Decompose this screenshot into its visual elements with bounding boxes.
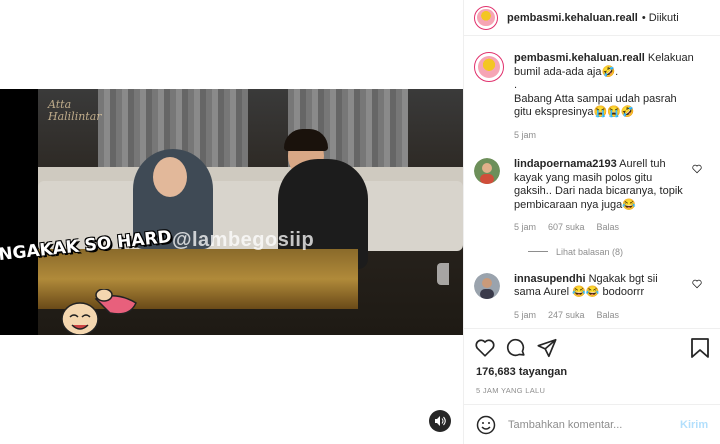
author-username[interactable]: pembasmi.kehaluan.reall (507, 12, 638, 24)
comment-text-line: lindapoernama2193 Aurell tuh kayak yang … (514, 158, 684, 212)
media-area: Atta Halilintar @lambegosiip NGAKAK SO H… (0, 0, 463, 444)
next-arrow-button[interactable] (437, 263, 449, 285)
person-left-face (153, 157, 187, 197)
comment-icon[interactable] (505, 337, 527, 359)
view-count[interactable]: 176,683 tayangan (464, 366, 720, 380)
video-player[interactable]: Atta Halilintar @lambegosiip NGAKAK SO H… (0, 89, 463, 335)
post-viewer: Atta Halilintar @lambegosiip NGAKAK SO H… (0, 0, 720, 444)
caption-body: pembasmi.kehaluan.reall Kelakuan bumil a… (514, 52, 694, 142)
like-comment-heart-icon[interactable] (692, 164, 702, 174)
cartoon-sticker-icon (61, 289, 137, 335)
avatar-image (477, 8, 495, 27)
caption-time: 5 jam (514, 129, 537, 140)
view-replies-label: Lihat balasan (8) (556, 246, 624, 257)
reply-button[interactable]: Balas (597, 221, 620, 235)
comment-meta: 5 jam 247 suka Balas (514, 309, 684, 323)
caption-meta: 5 jam (514, 129, 694, 143)
comment-item: innasupendhi Ngakak bgt sii sama Aurel 😂… (474, 272, 710, 323)
view-replies-button[interactable]: Lihat balasan (8) (528, 247, 710, 257)
comment-time: 5 jam (514, 309, 537, 320)
comment-username[interactable]: innasupendhi (514, 273, 586, 285)
comment-meta: 5 jam 607 suka Balas (514, 221, 684, 235)
post-panel: pembasmi.kehaluan.reall • Diikuti pembas… (463, 0, 720, 444)
caption-username[interactable]: pembasmi.kehaluan.reall (514, 52, 645, 64)
replies-line (528, 251, 548, 252)
emoji-icon[interactable] (476, 415, 496, 435)
author-avatar[interactable] (474, 5, 498, 30)
volume-button[interactable] (429, 410, 451, 432)
comments-list: pembasmi.kehaluan.reall Kelakuan bumil a… (464, 36, 720, 328)
comment-body: innasupendhi Ngakak bgt sii sama Aurel 😂… (514, 273, 684, 323)
watermark-text: @lambegosiip (172, 229, 315, 251)
comment-item: lindapoernama2193 Aurell tuh kayak yang … (474, 158, 710, 235)
follow-status-button[interactable]: Diikuti (649, 12, 679, 24)
comment-time: 5 jam (514, 222, 537, 232)
comment-text-line: innasupendhi Ngakak bgt sii sama Aurel 😂… (514, 273, 684, 300)
heart-icon[interactable] (474, 337, 496, 359)
comment-likes[interactable]: 247 suka (548, 309, 585, 323)
caption-line1: pembasmi.kehaluan.reall Kelakuan bumil a… (514, 52, 694, 79)
caption-avatar[interactable] (474, 52, 504, 82)
comment-composer: Kirim (464, 404, 720, 444)
avatar-image (477, 55, 501, 79)
separator-dot: • (641, 11, 646, 24)
action-bar (464, 328, 720, 366)
like-comment-heart-icon[interactable] (692, 279, 702, 289)
bookmark-icon[interactable] (690, 337, 710, 359)
reply-button[interactable]: Balas (597, 309, 620, 323)
share-icon[interactable] (536, 337, 558, 359)
post-caption: pembasmi.kehaluan.reall Kelakuan bumil a… (474, 52, 710, 142)
comment-username[interactable]: lindapoernama2193 (514, 158, 617, 170)
volume-icon (435, 416, 446, 426)
caption-line3: Babang Atta sampai udah pasrah gitu eksp… (514, 92, 677, 119)
comment-body: lindapoernama2193 Aurell tuh kayak yang … (514, 158, 684, 235)
commenter-avatar[interactable] (474, 158, 500, 184)
post-header: pembasmi.kehaluan.reall • Diikuti (464, 0, 720, 36)
comment-likes[interactable]: 607 suka (548, 221, 585, 235)
caption-line2: . (514, 79, 518, 91)
commenter-avatar[interactable] (474, 272, 500, 299)
scene-logo: Atta Halilintar (48, 98, 102, 123)
comment-input[interactable] (508, 418, 668, 431)
post-comment-button[interactable]: Kirim (680, 419, 708, 431)
post-time: 5 JAM YANG LALU (476, 386, 546, 395)
